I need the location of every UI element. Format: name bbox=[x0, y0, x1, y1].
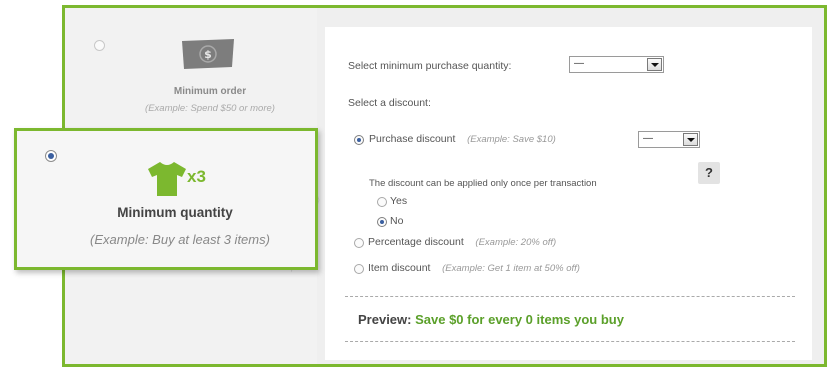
minimum-quantity-card[interactable] bbox=[14, 128, 318, 270]
preview-top-divider bbox=[345, 296, 795, 297]
quantity-multiplier: x3 bbox=[187, 167, 206, 186]
purchase-discount-label: Purchase discount (Example: Save $10) bbox=[369, 133, 556, 145]
once-no-radio[interactable] bbox=[377, 217, 387, 227]
once-per-transaction-text: The discount can be applied only once pe… bbox=[369, 178, 597, 189]
percentage-discount-example: (Example: 20% off) bbox=[475, 237, 557, 248]
select-discount-label: Select a discount: bbox=[348, 97, 431, 109]
once-no-label: No bbox=[390, 215, 404, 227]
once-yes-radio[interactable] bbox=[377, 197, 387, 207]
help-button[interactable]: ? bbox=[698, 162, 720, 184]
min-qty-select[interactable]: — bbox=[569, 56, 664, 73]
item-discount-label: Item discount (Example: Get 1 item at 50… bbox=[368, 262, 580, 274]
purchase-discount-value: — bbox=[643, 133, 653, 144]
discount-settings-panel bbox=[325, 27, 812, 360]
percentage-discount-label: Percentage discount (Example: 20% off) bbox=[368, 236, 557, 248]
chevron-down-icon[interactable] bbox=[647, 58, 662, 71]
minimum-order-example: (Example: Spend $50 or more) bbox=[145, 103, 275, 114]
once-yes-label: Yes bbox=[390, 195, 408, 207]
percentage-discount-radio[interactable] bbox=[354, 238, 364, 248]
minimum-order-radio[interactable] bbox=[94, 40, 105, 51]
purchase-discount-select[interactable]: — bbox=[638, 131, 700, 148]
tshirt-icon bbox=[148, 162, 186, 196]
minimum-quantity-title: Minimum quantity bbox=[117, 205, 233, 220]
preview-bottom-divider bbox=[345, 341, 795, 342]
minimum-quantity-radio[interactable] bbox=[45, 150, 57, 162]
item-discount-example: (Example: Get 1 item at 50% off) bbox=[442, 263, 580, 274]
chevron-down-icon[interactable] bbox=[683, 133, 698, 146]
preview-text: Save $0 for every 0 items you buy bbox=[415, 312, 624, 327]
item-discount-radio[interactable] bbox=[354, 264, 364, 274]
minimum-order-title: Minimum order bbox=[173, 86, 247, 97]
min-qty-label: Select minimum purchase quantity: bbox=[348, 60, 512, 72]
preview-label: Preview: bbox=[358, 312, 412, 327]
preview-line: Preview: Save $0 for every 0 items you b… bbox=[358, 312, 624, 327]
purchase-discount-radio[interactable] bbox=[354, 135, 364, 145]
minimum-quantity-example: (Example: Buy at least 3 items) bbox=[90, 232, 270, 247]
dollar-bill-icon: $ bbox=[182, 39, 234, 69]
svg-text:$: $ bbox=[204, 48, 212, 61]
min-qty-value: — bbox=[574, 58, 584, 69]
purchase-discount-example: (Example: Save $10) bbox=[467, 134, 556, 145]
